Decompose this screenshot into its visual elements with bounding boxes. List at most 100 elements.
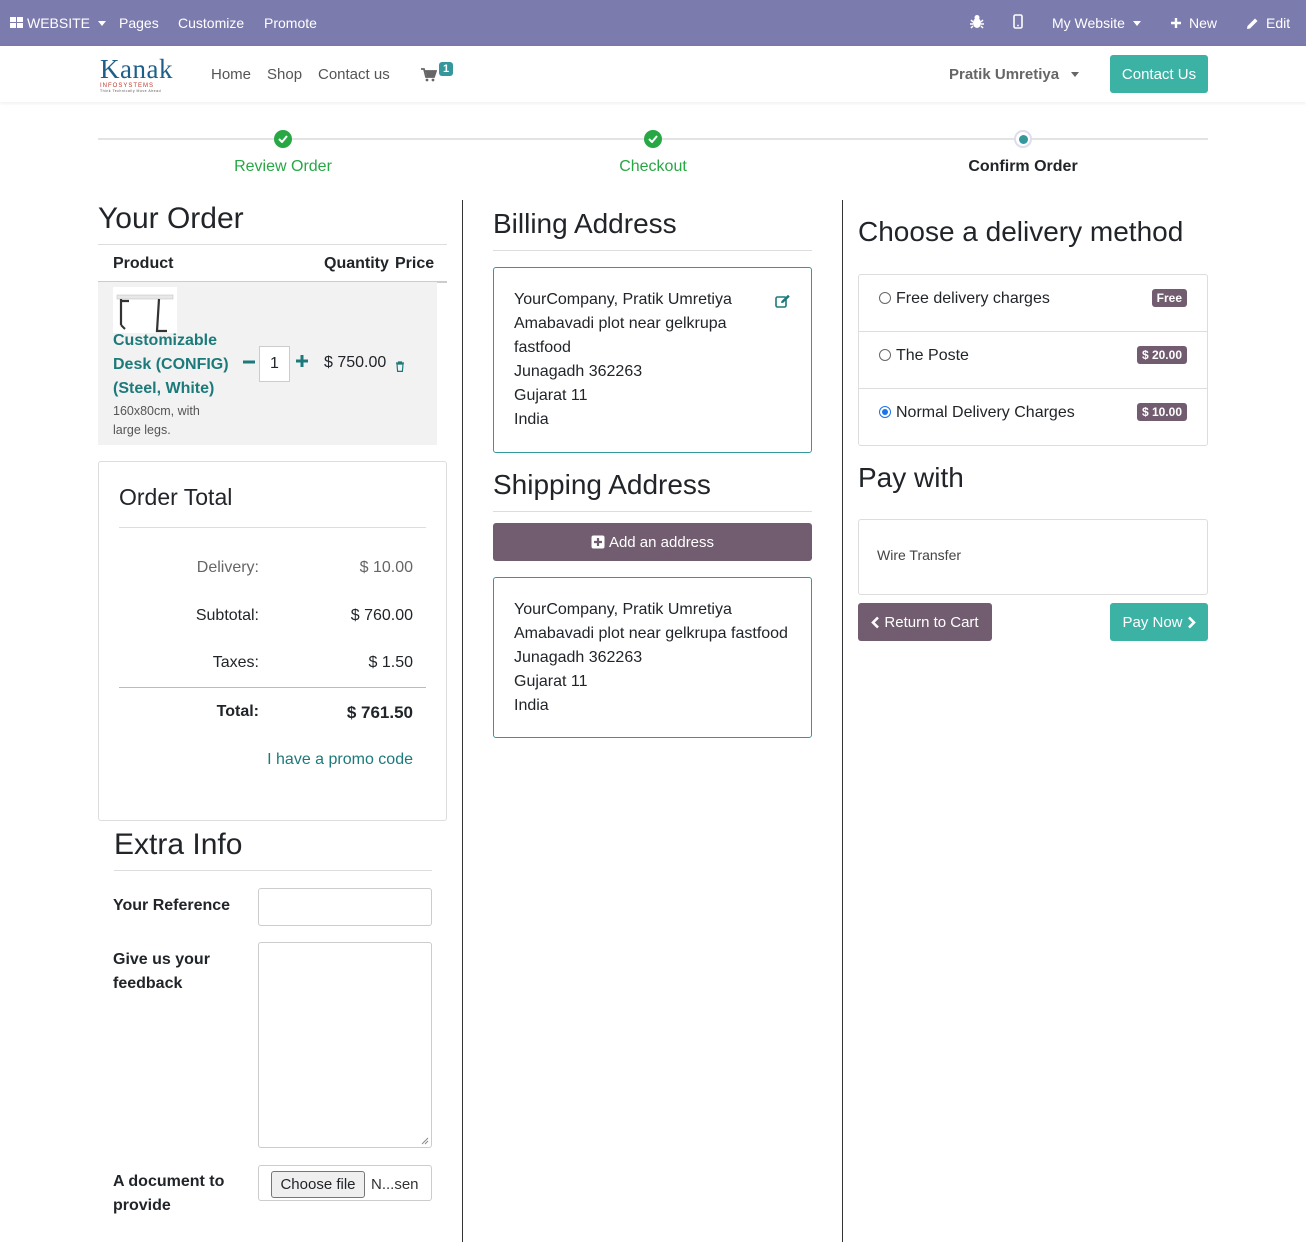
column-divider — [842, 200, 843, 1242]
shipping-address-card[interactable]: YourCompany, Pratik Umretiya Amabavadi p… — [493, 577, 812, 738]
col-price-header: Price — [395, 255, 435, 272]
my-website-label: My Website — [1052, 15, 1125, 31]
divider — [114, 870, 432, 871]
delivery-radio[interactable] — [879, 349, 891, 361]
divider — [119, 527, 426, 528]
step-confirm-label: Confirm Order — [968, 158, 1078, 175]
customize-menu[interactable]: Customize — [178, 15, 244, 31]
chevron-down-icon — [1132, 20, 1141, 26]
cart-count-badge: 1 — [439, 62, 454, 76]
address-line: India — [514, 697, 549, 714]
delivery-radio-selected[interactable] — [879, 406, 891, 418]
add-address-label: Add an address — [608, 533, 715, 551]
delivery-radio[interactable] — [879, 292, 891, 304]
edit-billing-button[interactable] — [775, 292, 791, 316]
order-total-title: Order Total — [119, 484, 233, 510]
quantity-input[interactable]: 1 — [259, 346, 290, 382]
mobile-preview-button[interactable] — [1013, 14, 1023, 29]
step-checkout-done-icon — [644, 130, 662, 148]
pages-menu[interactable]: Pages — [119, 15, 159, 31]
feedback-label: Give us your feedback — [113, 948, 210, 996]
check-icon — [648, 135, 658, 143]
delivery-option[interactable]: Free delivery charges Free — [859, 275, 1207, 332]
cart-link[interactable] — [421, 68, 438, 87]
remove-line-button[interactable] — [395, 359, 405, 377]
address-line: YourCompany, Pratik Umretiya — [514, 601, 732, 618]
feedback-textarea[interactable] — [258, 942, 432, 1148]
contact-us-button[interactable]: Contact Us — [1110, 55, 1208, 93]
promote-menu[interactable]: Promote — [264, 15, 317, 31]
nav-shop[interactable]: Shop — [267, 66, 302, 83]
step-checkout-label[interactable]: Checkout — [553, 158, 753, 176]
col-quantity-header: Quantity — [324, 255, 389, 272]
product-name-line: (Steel, White) — [113, 380, 215, 397]
subtotal-value: $ 760.00 — [350, 607, 413, 624]
decrease-qty-button[interactable] — [242, 354, 256, 373]
address-line: Junagadh 362263 — [514, 363, 643, 380]
choose-file-button[interactable]: Choose file — [271, 1171, 365, 1198]
payment-method-card[interactable]: Wire Transfer — [858, 519, 1208, 595]
step-review-label[interactable]: Review Order — [183, 158, 383, 176]
address-line: YourCompany, Pratik Umretiya — [514, 291, 732, 308]
pay-now-button[interactable]: Pay Now — [1110, 603, 1208, 641]
new-label: New — [1189, 15, 1218, 31]
new-button[interactable]: New — [1170, 15, 1217, 31]
chevron-down-icon — [1071, 72, 1080, 77]
payment-method-label: Wire Transfer — [877, 547, 962, 563]
delivery-method-title: Choose a delivery method — [858, 216, 1184, 247]
pages-label: Pages — [119, 15, 159, 31]
document-file-input[interactable]: Choose file N...sen — [258, 1165, 432, 1201]
bug-icon — [970, 15, 984, 29]
feedback-label-line: feedback — [113, 975, 183, 992]
product-name-line: Customizable — [113, 332, 218, 349]
step-review-done-icon — [274, 130, 292, 148]
address-line: fastfood — [514, 339, 571, 356]
return-to-cart-button[interactable]: Return to Cart — [858, 603, 992, 641]
nav-contact[interactable]: Contact us — [318, 66, 390, 83]
promote-label: Promote — [264, 15, 317, 31]
delivery-option[interactable]: The Poste $ 20.00 — [859, 332, 1207, 389]
delivery-option[interactable]: Normal Delivery Charges $ 10.00 — [859, 389, 1207, 446]
return-to-cart-label: Return to Cart — [884, 613, 979, 631]
plus-icon — [1171, 18, 1181, 28]
user-name: Pratik Umretiya — [949, 66, 1060, 83]
my-website-menu[interactable]: My Website — [1052, 15, 1141, 31]
add-address-button[interactable]: Add an address — [493, 523, 812, 561]
check-icon — [278, 135, 288, 143]
nav-home[interactable]: Home — [211, 66, 251, 83]
increase-qty-button[interactable] — [295, 354, 309, 373]
delivery-price-badge: $ 10.00 — [1136, 403, 1187, 421]
promo-code-link[interactable]: I have a promo code — [267, 751, 413, 769]
your-order-title: Your Order — [98, 202, 244, 235]
billing-address-title: Billing Address — [493, 208, 677, 239]
apps-grid-icon — [10, 17, 23, 28]
reference-input[interactable] — [258, 888, 432, 926]
divider — [493, 511, 812, 512]
desk-image — [116, 294, 174, 333]
no-file-chosen-text: N...sen — [371, 1176, 419, 1193]
col-product-header: Product — [113, 255, 174, 272]
edit-button[interactable]: Edit — [1246, 15, 1290, 31]
logo-tagline: Think Technically Move Ahead — [100, 89, 162, 93]
product-name-link[interactable]: Customizable Desk (CONFIG) (Steel, White… — [113, 329, 229, 401]
delivery-option-label: The Poste — [896, 347, 969, 364]
taxes-label: Taxes: — [212, 654, 259, 671]
total-value: $ 761.50 — [346, 703, 413, 722]
website-menu[interactable]: WEBSITE — [10, 15, 107, 31]
plus-square-icon — [591, 535, 605, 549]
delivery-option-label: Normal Delivery Charges — [896, 404, 1075, 421]
pay-with-title: Pay with — [858, 462, 964, 493]
document-label-line: A document to — [113, 1173, 225, 1190]
minus-icon — [243, 360, 255, 364]
website-editor-bar: WEBSITE Pages Customize Promote My Websi… — [0, 0, 1306, 46]
taxes-value: $ 1.50 — [368, 654, 413, 671]
cart-icon — [421, 68, 438, 82]
delivery-value: $ 10.00 — [359, 559, 413, 576]
edit-icon — [775, 294, 790, 308]
debug-button[interactable] — [970, 14, 984, 29]
user-menu[interactable]: Pratik Umretiya — [949, 66, 1080, 83]
product-image[interactable] — [113, 287, 177, 333]
website-menu-label: WEBSITE — [27, 15, 91, 31]
mobile-icon — [1013, 14, 1023, 29]
company-logo[interactable]: Kanak INFOSYSTEMS Think Technically Move… — [100, 56, 180, 96]
